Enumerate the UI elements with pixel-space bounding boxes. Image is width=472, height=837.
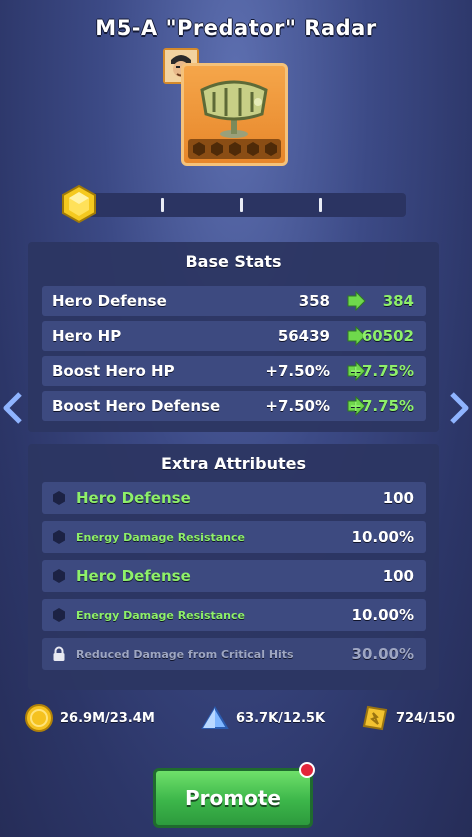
attribute-value: 100 bbox=[382, 489, 414, 507]
attribute-slot-icon bbox=[53, 569, 65, 583]
crystals-resource: 63.7K/12.5K bbox=[200, 702, 325, 734]
extra-attributes-panel: Extra Attributes Hero Defense 100 Energy… bbox=[28, 444, 439, 690]
stat-next-value: +7.75% bbox=[349, 397, 414, 415]
upgrade-scroll-icon bbox=[362, 705, 388, 731]
attribute-name: Hero Defense bbox=[76, 567, 191, 585]
attribute-name: Hero Defense bbox=[76, 489, 191, 507]
promote-button[interactable]: Promote bbox=[153, 768, 313, 828]
stat-name: Hero Defense bbox=[52, 292, 167, 310]
attribute-value: 30.00% bbox=[351, 645, 414, 663]
attribute-slot-icon bbox=[53, 491, 65, 505]
empty-slot-icon bbox=[246, 142, 259, 156]
next-arrow-icon[interactable] bbox=[448, 391, 472, 425]
base-stats-panel: Base Stats Hero Defense 358 384 Hero HP … bbox=[28, 242, 439, 432]
stat-next-value: +7.75% bbox=[349, 362, 414, 380]
lock-icon bbox=[53, 646, 65, 661]
stat-next-value: 384 bbox=[382, 292, 414, 310]
coins-resource: 26.9M/23.4M bbox=[24, 702, 155, 734]
gold-coin-icon bbox=[25, 704, 53, 732]
stat-current-value: 56439 bbox=[277, 327, 330, 345]
stat-next-value: 60502 bbox=[361, 327, 414, 345]
stat-current-value: 358 bbox=[298, 292, 330, 310]
item-card[interactable] bbox=[181, 63, 288, 166]
attribute-row-locked: Reduced Damage from Critical Hits 30.00% bbox=[42, 638, 426, 670]
attribute-row: Energy Damage Resistance 10.00% bbox=[42, 599, 426, 631]
stat-row-hero-hp: Hero HP 56439 60502 bbox=[42, 321, 426, 351]
attribute-row: Hero Defense 100 bbox=[42, 560, 426, 592]
radar-icon bbox=[200, 80, 268, 138]
extra-attributes-heading: Extra Attributes bbox=[160, 454, 307, 473]
attribute-row: Energy Damage Resistance 10.00% bbox=[42, 521, 426, 553]
attribute-slot-icon bbox=[53, 608, 65, 622]
coins-amount: 26.9M/23.4M bbox=[60, 710, 155, 726]
scrolls-resource: 724/150 bbox=[360, 702, 455, 734]
upgrade-slots bbox=[188, 139, 281, 159]
attribute-value: 10.00% bbox=[351, 528, 414, 546]
promotion-progress-bar bbox=[66, 193, 406, 217]
progress-tick bbox=[161, 198, 164, 212]
attribute-value: 100 bbox=[382, 567, 414, 585]
empty-slot-icon bbox=[228, 142, 241, 156]
stat-name: Boost Hero Defense bbox=[52, 397, 221, 415]
scrolls-amount: 724/150 bbox=[396, 710, 456, 726]
attribute-value: 10.00% bbox=[351, 606, 414, 624]
attribute-row: Hero Defense 100 bbox=[42, 482, 426, 514]
empty-slot-icon bbox=[192, 142, 205, 156]
progress-tick bbox=[319, 198, 322, 212]
previous-arrow-icon[interactable] bbox=[0, 391, 24, 425]
base-stats-heading: Base Stats bbox=[185, 252, 282, 271]
attribute-slot-icon bbox=[53, 530, 65, 544]
crystal-pyramid-icon bbox=[201, 706, 229, 729]
stat-row-boost-hero-defense: Boost Hero Defense +7.50% +7.75% bbox=[42, 391, 426, 421]
stat-current-value: +7.50% bbox=[265, 362, 330, 380]
empty-slot-icon bbox=[210, 142, 223, 156]
stat-row-boost-hero-hp: Boost Hero HP +7.50% +7.75% bbox=[42, 356, 426, 386]
attribute-name: Energy Damage Resistance bbox=[76, 530, 245, 544]
item-title: M5-A "Predator" Radar bbox=[95, 16, 377, 40]
stat-name: Boost Hero HP bbox=[52, 362, 175, 380]
stat-row-hero-defense: Hero Defense 358 384 bbox=[42, 286, 426, 316]
attribute-name: Energy Damage Resistance bbox=[76, 608, 245, 622]
stat-current-value: +7.50% bbox=[265, 397, 330, 415]
stat-name: Hero HP bbox=[52, 327, 122, 345]
attribute-name: Reduced Damage from Critical Hits bbox=[76, 647, 294, 661]
empty-slot-icon bbox=[264, 142, 277, 156]
notification-dot bbox=[299, 762, 315, 778]
progress-tick bbox=[240, 198, 243, 212]
rank-gem-icon bbox=[62, 184, 96, 224]
upgrade-arrow-icon bbox=[347, 291, 366, 311]
crystals-amount: 63.7K/12.5K bbox=[236, 710, 326, 726]
